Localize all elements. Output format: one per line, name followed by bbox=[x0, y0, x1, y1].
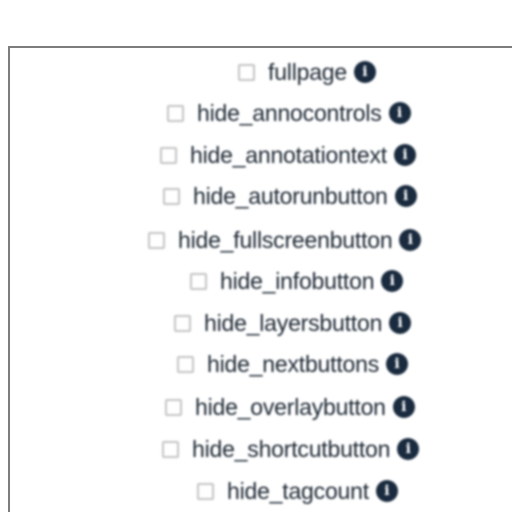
hide-shortcutbutton-checkbox[interactable] bbox=[162, 440, 179, 458]
option-label: hide_fullscreenbutton bbox=[178, 227, 393, 253]
option-hide-nextbuttons[interactable]: hide_nextbuttons i bbox=[177, 349, 408, 379]
option-hide-annotationtext[interactable]: hide_annotationtext i bbox=[160, 140, 416, 170]
option-label: fullpage bbox=[268, 59, 347, 85]
hide-tagcount-checkbox[interactable] bbox=[197, 482, 214, 500]
info-icon[interactable]: i bbox=[375, 480, 398, 502]
option-label: hide_layersbutton bbox=[204, 310, 383, 336]
hide-annocontrols-checkbox[interactable] bbox=[167, 104, 184, 122]
info-icon[interactable]: i bbox=[393, 144, 416, 166]
option-hide-overlaybutton[interactable]: hide_overlaybutton i bbox=[165, 392, 415, 422]
info-icon[interactable]: i bbox=[389, 312, 412, 334]
info-icon[interactable]: i bbox=[381, 270, 404, 292]
fullpage-checkbox[interactable] bbox=[238, 63, 255, 81]
option-label: hide_autorunbutton bbox=[193, 183, 388, 209]
option-label: hide_shortcutbutton bbox=[192, 436, 391, 462]
hide-nextbuttons-checkbox[interactable] bbox=[177, 355, 194, 373]
option-hide-infobutton[interactable]: hide_infobutton i bbox=[190, 266, 404, 296]
hide-autorunbutton-checkbox[interactable] bbox=[163, 187, 180, 205]
option-fullpage[interactable]: fullpage i bbox=[238, 57, 376, 87]
hide-annotationtext-checkbox[interactable] bbox=[160, 146, 177, 164]
option-hide-fullscreenbutton[interactable]: hide_fullscreenbutton i bbox=[148, 225, 422, 255]
option-hide-layersbutton[interactable]: hide_layersbutton i bbox=[174, 308, 412, 338]
option-hide-annocontrols[interactable]: hide_annocontrols i bbox=[167, 98, 411, 128]
hide-overlaybutton-checkbox[interactable] bbox=[165, 398, 182, 416]
info-icon[interactable]: i bbox=[388, 102, 411, 124]
hide-infobutton-checkbox[interactable] bbox=[190, 272, 207, 290]
info-icon[interactable]: i bbox=[392, 396, 415, 418]
option-hide-autorunbutton[interactable]: hide_autorunbutton i bbox=[163, 181, 417, 211]
info-icon[interactable]: i bbox=[399, 229, 422, 251]
hide-layersbutton-checkbox[interactable] bbox=[174, 314, 191, 332]
option-hide-shortcutbutton[interactable]: hide_shortcutbutton i bbox=[162, 434, 420, 464]
option-hide-tagcount[interactable]: hide_tagcount i bbox=[197, 476, 398, 506]
hide-fullscreenbutton-checkbox[interactable] bbox=[148, 231, 165, 249]
option-label: hide_nextbuttons bbox=[207, 351, 379, 377]
info-icon[interactable]: i bbox=[353, 61, 376, 83]
option-label: hide_overlaybutton bbox=[195, 394, 386, 420]
info-icon[interactable]: i bbox=[397, 438, 420, 460]
info-icon[interactable]: i bbox=[394, 185, 417, 207]
option-label: hide_infobutton bbox=[220, 268, 375, 294]
option-label: hide_annotationtext bbox=[190, 142, 387, 168]
option-label: hide_tagcount bbox=[227, 478, 369, 504]
info-icon[interactable]: i bbox=[386, 353, 408, 375]
option-label: hide_annocontrols bbox=[197, 100, 382, 126]
